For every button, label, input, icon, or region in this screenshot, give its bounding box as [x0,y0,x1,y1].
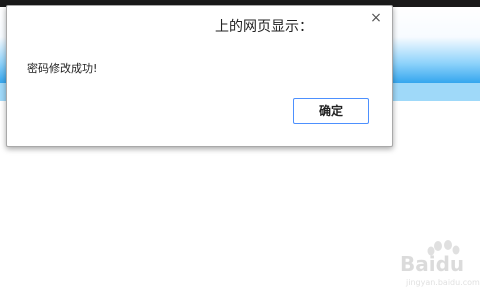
watermark-sub-text: jingyan.baidu.com [406,278,480,287]
dialog-message: 密码修改成功! [27,62,98,75]
dialog-title: 上的网页显示： [215,19,313,35]
close-icon[interactable]: × [368,10,384,26]
baidu-watermark: Baidu jingyan.baidu.com [392,236,480,300]
alert-dialog: 上的网页显示： × 密码修改成功! 确定 [6,5,393,147]
watermark-logo-text: Baidu [400,252,465,276]
ok-button[interactable]: 确定 [293,98,369,124]
